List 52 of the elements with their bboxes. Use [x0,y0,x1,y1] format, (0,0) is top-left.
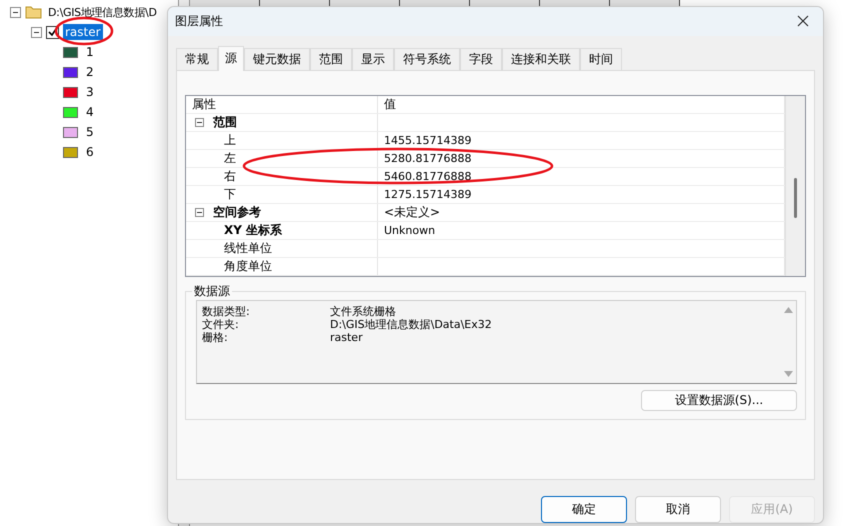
tab[interactable]: 时间 [580,48,622,70]
field-label: 文件夹: [202,318,240,331]
property-value: 1275.15714389 [384,188,472,201]
property-name: 角度单位 [224,258,272,275]
group-title: 数据源 [193,282,231,300]
close-icon[interactable] [797,15,809,28]
annotation-ellipse [54,16,114,46]
tab[interactable]: 连接和关联 [502,48,580,70]
legend-label: 6 [85,144,95,160]
tree-item[interactable]: D:\GIS地理信息数据\D [46,4,159,20]
tab[interactable]: 源 [218,46,244,71]
property-name: 左 [224,150,236,167]
field-label: 数据类型: [202,304,251,318]
property-value: <未定义> [384,204,440,221]
property-value: 1455.15714389 [384,134,472,147]
legend-label: 5 [85,124,95,140]
layer-name[interactable]: raster [63,24,103,40]
legend-label: 3 [85,84,95,100]
tab[interactable]: 范围 [310,48,352,70]
legend-label: 4 [85,104,95,120]
tab[interactable]: 字段 [460,48,502,70]
property-name: 下 [224,186,236,203]
property-name: 上 [224,132,236,149]
property-name: 空间参考 [213,204,261,221]
collapse-icon[interactable] [195,208,204,217]
tab[interactable]: 符号系统 [394,48,460,70]
tab[interactable]: 键元数据 [244,48,310,70]
collapse-icon[interactable] [10,6,21,18]
legend-label: 2 [85,64,95,80]
property-value: 5460.81776888 [384,170,472,183]
set-data-source-button[interactable]: 设置数据源(S)... [641,390,797,411]
collapse-icon[interactable] [195,118,204,127]
property-value: 5280.81776888 [384,152,472,165]
window-title: 图层属性 [175,12,223,30]
folder-icon [25,5,42,19]
collapse-icon[interactable] [31,26,42,38]
property-name: 范围 [213,114,237,131]
column-header: 属性 [186,96,378,113]
dialog-button[interactable]: 确定 [541,496,627,523]
field-label: 栅格: [202,330,229,344]
tab[interactable]: 显示 [352,48,394,70]
field-value: 文件系统栅格 [330,304,397,318]
property-name: 线性单位 [224,240,272,257]
scrollbar[interactable] [785,96,805,276]
tab[interactable]: 常规 [176,48,218,70]
property-name: XY 坐标系 [224,222,282,239]
field-value: raster [330,330,364,344]
legend-label: 1 [85,44,95,60]
property-value: Unknown [384,224,436,237]
property-name: 右 [224,168,236,185]
dialog-button[interactable]: 取消 [635,496,721,523]
field-value: D:\GIS地理信息数据\Data\Ex32 [330,318,493,331]
